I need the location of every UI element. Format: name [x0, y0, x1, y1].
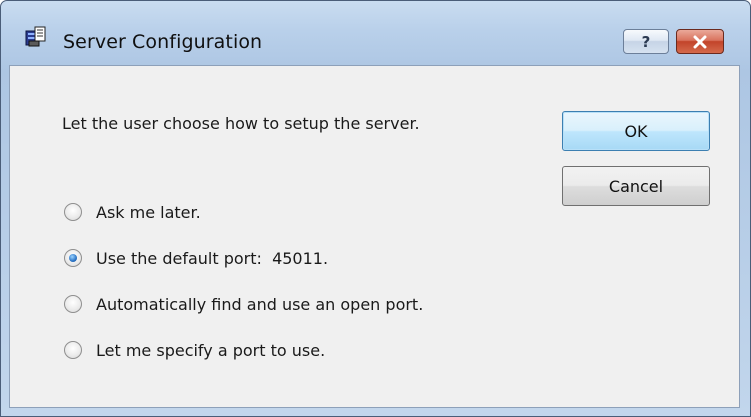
- help-icon: ?: [641, 32, 651, 51]
- dialog-window: Server Configuration ? Let the user choo…: [0, 0, 751, 417]
- help-button[interactable]: ?: [623, 29, 669, 54]
- radio-option-ask-later[interactable]: Ask me later.: [64, 201, 201, 223]
- radio-button[interactable]: [64, 203, 82, 221]
- dialog-client-area: Let the user choose how to setup the ser…: [9, 65, 740, 408]
- radio-option-specify-port[interactable]: Let me specify a port to use.: [64, 339, 325, 361]
- radio-button[interactable]: [64, 341, 82, 359]
- radio-label: Automatically find and use an open port.: [96, 294, 424, 314]
- window-title: Server Configuration: [63, 31, 263, 53]
- server-app-icon: [25, 25, 46, 47]
- title-bar[interactable]: Server Configuration ?: [1, 1, 750, 54]
- ok-button-label: OK: [624, 121, 648, 141]
- close-button[interactable]: [676, 29, 724, 54]
- radio-label: Let me specify a port to use.: [96, 340, 326, 360]
- radio-button-selected[interactable]: [64, 249, 82, 267]
- dialog-message: Let the user choose how to setup the ser…: [62, 114, 420, 133]
- cancel-button-label: Cancel: [608, 176, 664, 196]
- radio-label: Ask me later.: [96, 202, 201, 222]
- radio-option-default-port[interactable]: Use the default port: 45011.: [64, 247, 328, 269]
- cancel-button[interactable]: Cancel: [562, 166, 710, 206]
- close-icon: [693, 35, 707, 48]
- ok-button[interactable]: OK: [562, 111, 710, 151]
- radio-label: Use the default port: 45011.: [96, 248, 329, 268]
- radio-button[interactable]: [64, 295, 82, 313]
- radio-option-auto-port[interactable]: Automatically find and use an open port.: [64, 293, 423, 315]
